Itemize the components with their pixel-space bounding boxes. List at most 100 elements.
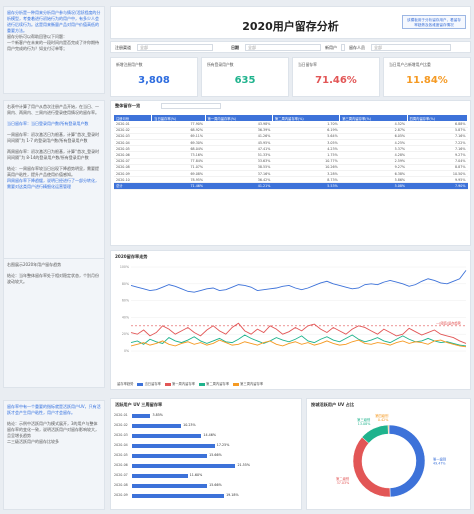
channel-filter-select[interactable]: 全部	[137, 44, 213, 51]
trend-chart-panel: 2020留存率走势 100% 80% 60% 40% 20% 0% —(阈值)留存趋势 留存…	[110, 250, 471, 390]
trend-notes: 右图展示2020年用户留存趋势 结论：当年整体留存率处于相对稳定状态，个别月份波…	[3, 258, 105, 388]
y-tick-label: 0%	[124, 349, 129, 353]
donut-slice[interactable]	[352, 436, 391, 498]
donut-label: 37.03%	[337, 481, 350, 485]
filter-bar: 注册渠道 全部 日期 全部 新用户 留存人员 全部	[110, 41, 471, 53]
kpi-day-share: 当日用户占新增用户比重 11.84%	[383, 57, 471, 97]
note-conclusion-2: 四周留存率下降趋缓，说明已经进行了一部分转化，需要对这类用户进行精细化运营管理	[7, 178, 99, 189]
trend-line-chart: 100% 80% 60% 40% 20% 0% —(阈值)留存趋势	[120, 265, 467, 353]
bar-category-label: 2020-06	[114, 463, 128, 467]
kpi-new-users: 新增注册用户数 3,808	[110, 57, 198, 97]
uv-notes: 留存率中有一个重要的指标就是活跃用户UV，只有活跃才会产生用户粘性，用户才会留存…	[3, 400, 105, 510]
y-tick-label: 60%	[122, 299, 129, 303]
trend-legend: 留存率趋势 当日留存率 第一周内留存率 第二周内留存率 第三周内留存率	[117, 381, 263, 386]
note-intro: 留存分析是一种用来分析用户参与情况/活跃程度的分析模型，考查着进行初始行为的用户…	[7, 10, 101, 33]
note-week2-retention: 两周留存率：初次激活日为根基，计算“首次_登录时间间隔”为 8-14的登录用户数…	[7, 149, 100, 160]
kpi-label: 新增注册用户数	[116, 62, 143, 67]
bar-value-label: 15.66%	[209, 483, 222, 487]
donut-label: 13.08%	[358, 422, 371, 426]
date-filter-select[interactable]: 全部	[245, 44, 321, 51]
bar-value-label: 10.23%	[183, 423, 196, 427]
note-trend-conclusion: 结论：当年整体留存率处于相对稳定状态，个别月份波动较大。	[7, 273, 99, 284]
bar-row: 2020-06 21.55%	[114, 463, 299, 469]
table-cell: 7.90%	[407, 182, 468, 190]
bar-row: 2020-08 15.66%	[114, 483, 299, 489]
bar[interactable]	[132, 433, 202, 438]
note-trend-intro: 右图展示2020年用户留存趋势	[7, 262, 62, 267]
legend-item[interactable]: 第二周内留存率	[199, 381, 229, 386]
series-line-2[interactable]	[130, 334, 467, 347]
kpi-label: 当日用户占新增用户比重	[389, 62, 431, 67]
retention-table: 注册月份 当日留存率(%) 第一周内留存率(%) 第二周内留存率(%) 第三周内留存率(…	[114, 115, 469, 190]
bar-category-label: 2020-05	[114, 453, 128, 457]
series-line-3[interactable]	[130, 339, 467, 348]
y-tick-label: 20%	[122, 332, 129, 336]
bar-value-label: 21.55%	[237, 463, 251, 467]
table-title: 整体留存一览	[115, 103, 141, 108]
bar[interactable]	[132, 423, 182, 428]
y-tick-label: 40%	[122, 315, 129, 319]
bar-value-label: 17.25%	[216, 443, 230, 447]
bar[interactable]	[132, 493, 225, 498]
person-filter-label: 新用户	[325, 45, 337, 50]
bar-category-label: 2020-03	[114, 433, 128, 437]
kpi-day-retention: 当日留存率 71.46%	[292, 57, 380, 97]
bar[interactable]	[132, 483, 208, 488]
bar[interactable]	[132, 473, 188, 478]
kpi-value: 635	[234, 75, 256, 86]
donut-slice[interactable]	[361, 424, 389, 444]
y-tick-label: 100%	[120, 265, 129, 269]
bar-category-label: 2020-07	[114, 473, 128, 477]
bar-row: 2020-04 17.25%	[114, 443, 299, 449]
table-cell: 总计	[114, 182, 152, 190]
table-total-row: 总计 71.46% 41.21% 5.53% 5.08% 7.90%	[114, 182, 468, 190]
uv-pie-panel: 按城活跃用户 UV 占比 第一级别 49.47% 第二级别 37.03% 第三级别 13.…	[306, 398, 471, 510]
kpi-login-users: 所有登录用户数 635	[201, 57, 289, 97]
table-cell: 71.46%	[151, 182, 206, 190]
person-filter-checkbox[interactable]	[341, 44, 345, 51]
channel-filter-label: 注册渠道	[115, 45, 131, 50]
bar-row: 2020-09 19.18%	[114, 493, 299, 499]
header: 2020用户留存分析 该模板用于分析留存用户，看留存率趋势及各维度留存情况	[110, 6, 471, 39]
bar[interactable]	[132, 413, 151, 418]
donut-slice[interactable]	[388, 424, 426, 498]
note-table-intro: 右表中计算了用户从首次注册产品开始，在当日、一周内、两周内、三周内进行登录使用情…	[7, 104, 99, 115]
note-week1-retention: 一周留存率：初次激活日为根基，计算“首次_登录时间间隔”为 1-7 的登录用户数…	[7, 132, 100, 143]
bar[interactable]	[132, 453, 208, 458]
y-tick-label: 80%	[122, 282, 129, 286]
date-filter-label: 日期	[231, 45, 239, 50]
legend-item[interactable]: 当日留存率	[137, 381, 161, 386]
table-cell: 5.53%	[272, 182, 340, 190]
bar[interactable]	[132, 443, 215, 448]
donut-label: 49.47%	[433, 461, 446, 465]
bar-row: 2020-07 11.60%	[114, 473, 299, 479]
series-line-0[interactable]	[130, 270, 467, 293]
bar-value-label: 19.18%	[226, 493, 239, 497]
note-uv-conclusion-2: 二三级活跃用户的留存比较多	[7, 439, 59, 444]
kpi-label: 所有登录用户数	[207, 62, 234, 67]
kpi-value: 71.46%	[315, 75, 357, 86]
donut-label: 0.42%	[378, 418, 388, 422]
retention-table-panel: 整体留存一览 注册月份 当日留存率(%) 第一周内留存率(%) 第二周内留存率(%) 第…	[110, 100, 471, 246]
intro-notes: 留存分析是一种用来分析用户参与情况/活跃程度的分析模型，考查着进行初始行为的用户…	[3, 6, 105, 94]
legend-title: 留存率趋势	[117, 382, 134, 386]
bar[interactable]	[132, 463, 236, 468]
note-conclusion-1: 结论：一周留存率较当日出现下降趋势明显，需要提高用户粘性，提升产品使用价值感知。	[7, 166, 99, 177]
bar-category-label: 2020-02	[114, 423, 128, 427]
donut-slice[interactable]	[387, 424, 390, 435]
series-line-1[interactable]	[130, 322, 467, 344]
kpi-value: 11.84%	[406, 75, 448, 86]
type-filter-label: 留存人员	[349, 45, 365, 50]
note-uv-intro: 留存率中有一个重要的指标就是活跃用户UV，只有活跃才会产生用户粘性，用户才会留存…	[7, 404, 101, 415]
template-info-button[interactable]: 该模板用于分析留存用户，看留存率趋势及各维度留存情况	[402, 15, 466, 29]
note-day-retention: 当日留存率：当日登录用户数/所有登录用户数	[7, 121, 89, 126]
bar-category-label: 2020-01	[114, 413, 128, 417]
bar-value-label: 14.46%	[203, 433, 216, 437]
bar-row: 2020-03 14.46%	[114, 433, 299, 439]
table-search-input[interactable]	[161, 103, 221, 109]
uv-bar-title: 活跃用户 UV 三周留存率	[115, 402, 163, 407]
type-filter-select[interactable]: 全部	[371, 44, 451, 51]
legend-item[interactable]: 第一周内留存率	[164, 381, 195, 386]
legend-item[interactable]: 第三周内留存率	[233, 381, 263, 386]
table-cell: 5.08%	[339, 182, 408, 190]
